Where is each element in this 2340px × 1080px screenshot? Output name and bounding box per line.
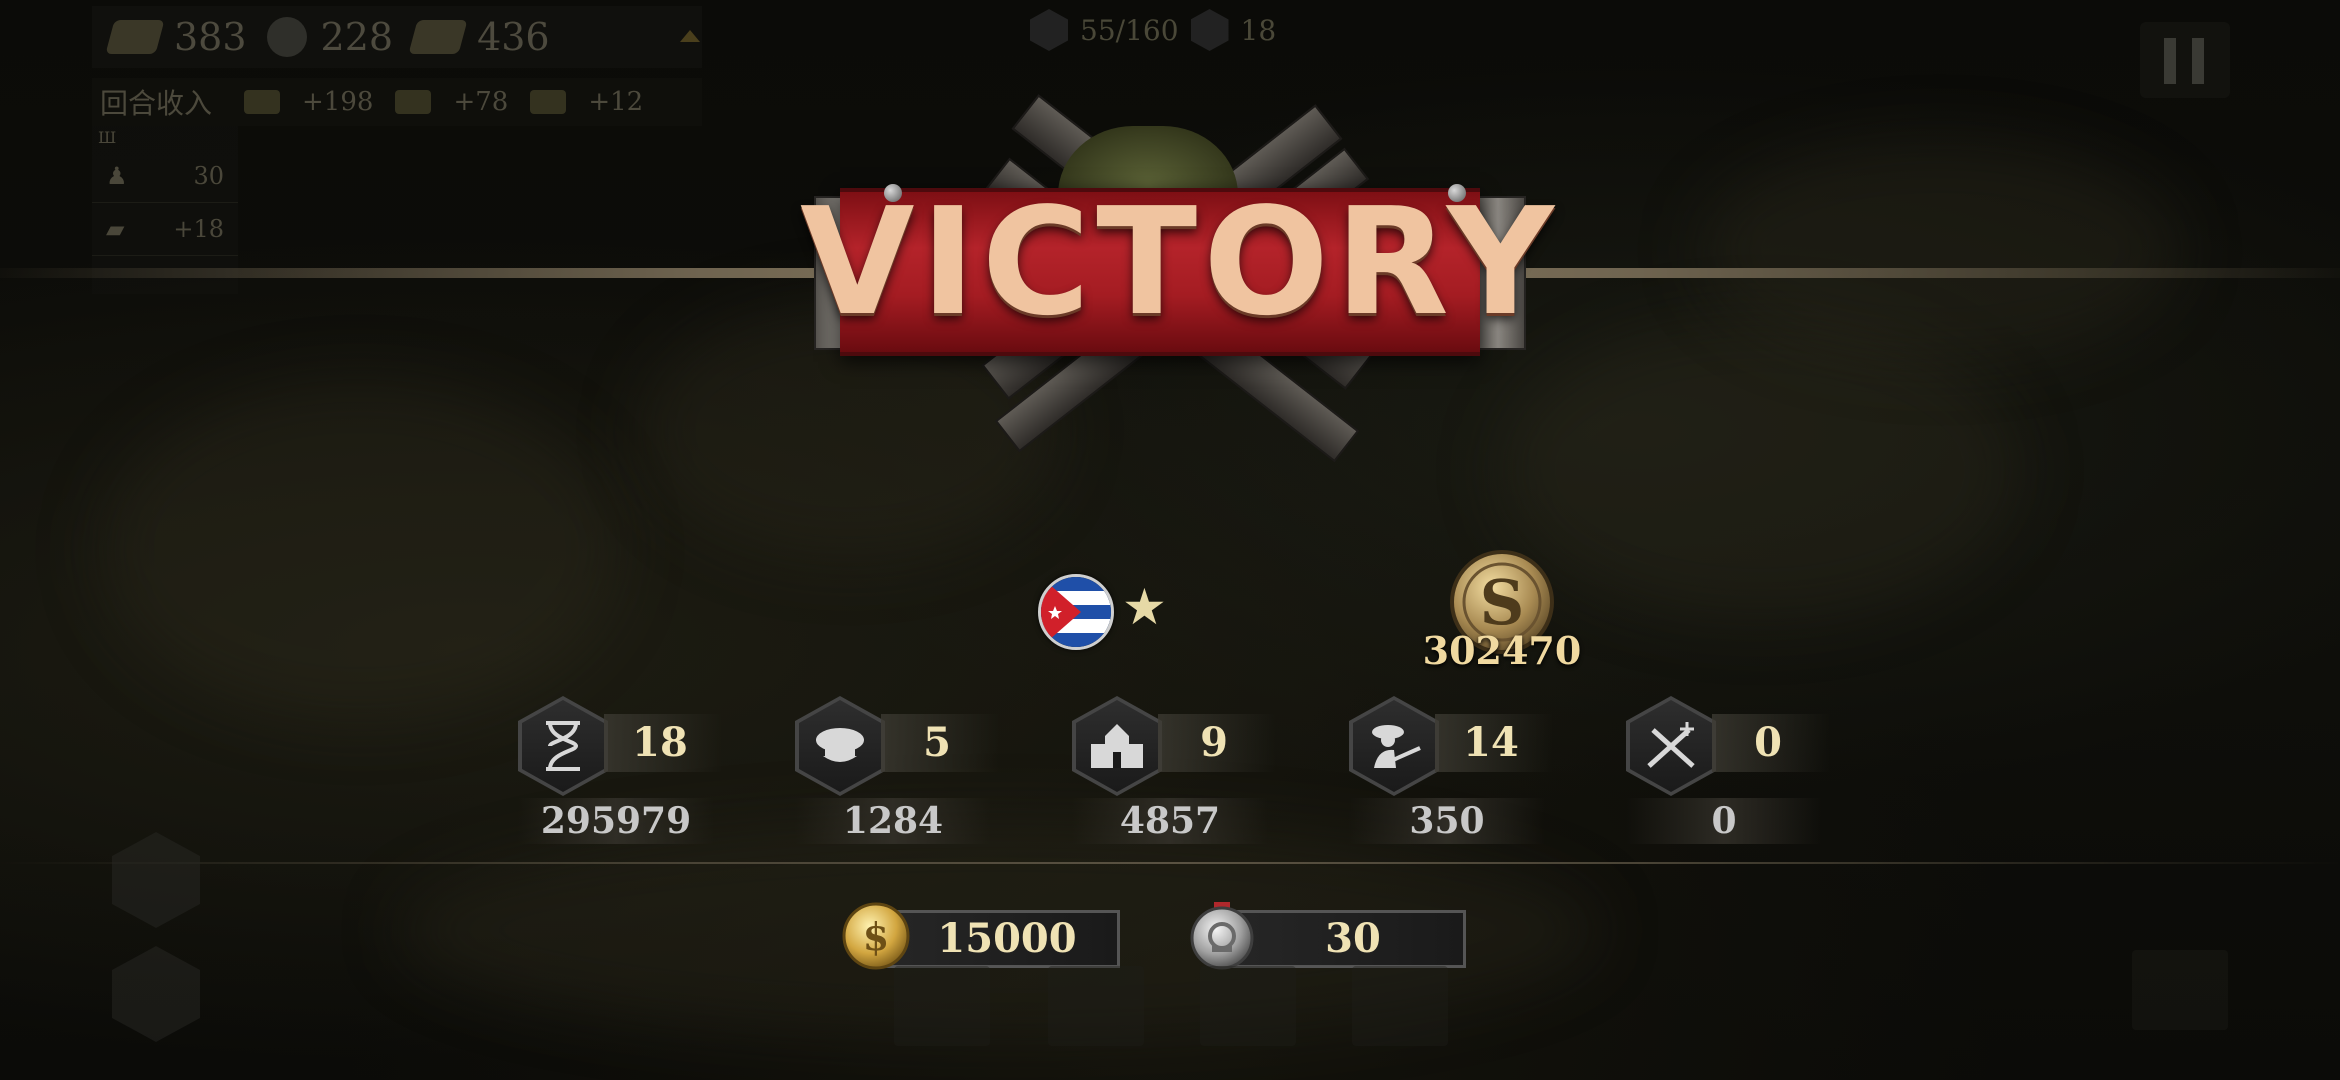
coin-reward: 15000 $: [842, 902, 1122, 972]
cities-total: 4857: [1119, 800, 1221, 842]
svg-text:$: $: [863, 914, 889, 959]
victory-title: VICTORY: [800, 176, 1561, 348]
losses-count: 0: [1754, 719, 1782, 766]
gold-resource: 383: [105, 15, 247, 59]
oil-amount: 436: [477, 15, 550, 59]
generals-total: 1284: [842, 800, 944, 842]
gold-bar-icon: [105, 20, 165, 54]
gold-stack-icon: ▰: [106, 215, 125, 243]
income-label: 回合收入: [100, 87, 213, 120]
oil-icon: [530, 90, 567, 114]
gold-amount: 383: [174, 15, 247, 59]
generals-count: 5: [923, 719, 951, 766]
gold-coin-icon: $: [842, 902, 910, 970]
population-value: 55/160: [1080, 13, 1179, 47]
gold-bar-icon: [244, 90, 281, 114]
build-button[interactable]: [1048, 966, 1144, 1046]
income-bar: 回合收入 +198 +78 +12: [92, 78, 702, 126]
gear-icon: [266, 17, 307, 57]
stat-kills: 14 350: [1349, 696, 1629, 846]
resource-bar: 383 228 436: [92, 6, 702, 68]
manpower-row: ♟ 30: [92, 150, 238, 203]
panel-header: Ш: [98, 128, 117, 147]
score-value: 302470: [1422, 628, 1582, 673]
medal-reward: 30: [1188, 902, 1468, 972]
card-icon: [1190, 9, 1229, 51]
industry-resource: 228: [266, 15, 394, 59]
industry-amount: 228: [320, 15, 394, 59]
rank-star-icon: ★: [1122, 578, 1167, 636]
cuba-flag-icon: [1038, 574, 1114, 650]
expand-arrow-icon[interactable]: [680, 30, 700, 42]
losses-total: 0: [1711, 800, 1737, 842]
map-terrain: [1500, 320, 2020, 620]
population-bar: 55/160 18: [1030, 4, 1276, 56]
info-button[interactable]: [1352, 966, 1448, 1046]
game-screen: 383 228 436 回合收入 +198 +78 +12 Ш ♟ 30 ▰ +…: [0, 0, 2340, 1080]
bonus-row: ▰ +18: [92, 203, 238, 256]
oil-resource: 436: [408, 15, 550, 59]
stat-cities: 9 4857: [1072, 696, 1352, 846]
pause-icon: [2192, 38, 2204, 84]
coin-reward-value: 15000: [937, 915, 1077, 962]
bonus-value: +18: [173, 215, 224, 243]
map-terrain: [100, 380, 620, 720]
silver-medal-icon: [1188, 902, 1256, 970]
pause-icon: [2164, 38, 2176, 84]
card-value: 18: [1240, 13, 1277, 47]
map-button[interactable]: [1200, 966, 1296, 1046]
turns-count: 18: [632, 719, 688, 766]
stat-generals: 5 1284: [795, 696, 1075, 846]
pause-button[interactable]: [2140, 22, 2230, 98]
victory-banner: VICTORY: [800, 80, 1561, 480]
gear-icon: [395, 90, 432, 114]
population-icon: [1030, 9, 1068, 51]
end-turn-button[interactable]: [2132, 950, 2228, 1030]
map-terrain: [1700, 140, 2180, 360]
oil-icon: [408, 20, 468, 54]
soldier-icon: ♟: [106, 162, 128, 190]
oil-income: +12: [588, 87, 644, 117]
kills-total: 350: [1409, 800, 1485, 842]
medal-reward-value: 30: [1325, 915, 1381, 962]
stat-turns: 18 295979: [518, 696, 798, 846]
divider-bottom: [0, 862, 2340, 864]
manpower-value: 30: [193, 162, 224, 190]
stat-losses: 0 0: [1626, 696, 1906, 846]
diplomacy-button[interactable]: [112, 832, 200, 928]
turns-total: 295979: [540, 800, 692, 842]
gold-income: +198: [302, 87, 374, 117]
cities-count: 9: [1200, 719, 1228, 766]
industry-income: +78: [453, 87, 509, 117]
settings-button[interactable]: [112, 946, 200, 1042]
city-button[interactable]: [894, 966, 990, 1046]
kills-count: 14: [1463, 719, 1519, 766]
